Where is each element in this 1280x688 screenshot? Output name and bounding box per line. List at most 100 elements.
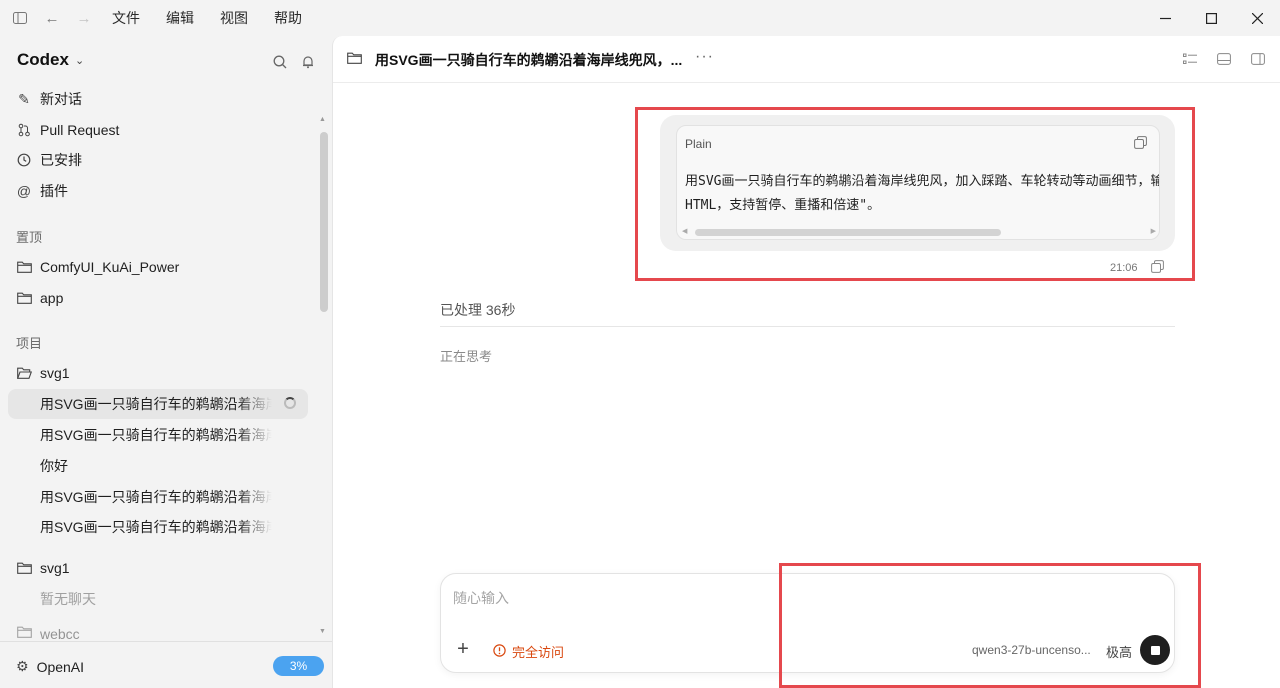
list-view-icon[interactable] xyxy=(1181,50,1199,68)
nav-scheduled-label: 已安排 xyxy=(40,152,82,168)
gear-icon: ⚙ xyxy=(16,658,29,674)
sidebar: Codex ⌄ ✎ 新对话 Pull Request 已安排 @ 插件 置顶 C… xyxy=(0,36,332,688)
nav-scheduled[interactable]: 已安排 xyxy=(16,148,82,172)
project-folder-label: webcc xyxy=(40,626,80,642)
folder-icon xyxy=(16,562,32,574)
minimize-icon[interactable] xyxy=(1142,0,1188,36)
terminal-panel-icon[interactable] xyxy=(1215,50,1233,68)
code-line: HTML，支持暂停、重播和倍速"。 xyxy=(685,198,881,213)
menu-edit[interactable]: 编辑 xyxy=(166,8,194,28)
sidebar-scrollbar-thumb[interactable] xyxy=(320,132,328,312)
thinking-status: 正在思考 xyxy=(440,349,493,364)
scroll-left-arrow-icon[interactable]: ◀ xyxy=(682,227,687,235)
maximize-icon[interactable] xyxy=(1188,0,1234,36)
workspace-switcher[interactable]: Codex ⌄ xyxy=(17,50,84,70)
chat-item-title: 你好 xyxy=(40,458,68,474)
scroll-up-arrow-icon[interactable]: ▲ xyxy=(319,116,326,123)
side-panel-icon[interactable] xyxy=(1249,50,1267,68)
menu-view[interactable]: 视图 xyxy=(220,8,248,28)
folder-icon xyxy=(16,626,32,638)
nav-plugins[interactable]: @ 插件 xyxy=(16,179,68,203)
title-bar: ← → 文件 编辑 视图 帮助 xyxy=(0,0,1280,36)
project-folder-label: svg1 xyxy=(40,560,70,576)
chat-item[interactable]: 用SVG画一只骑自行车的鹈鹕沿着海岸线兜风 xyxy=(8,482,308,512)
chat-item-title: 用SVG画一只骑自行车的鹈鹕沿着海岸线兜风 xyxy=(40,519,272,535)
code-horizontal-scrollbar[interactable]: ◀ ▶ xyxy=(677,225,1159,239)
chat-item[interactable]: 用SVG画一只骑自行车的鹈鹕沿着海岸线兜风 xyxy=(8,512,308,542)
copy-message-icon[interactable] xyxy=(1151,260,1164,276)
forward-arrow-icon[interactable]: → xyxy=(68,0,100,36)
access-mode-button[interactable]: 完全访问 xyxy=(493,642,564,661)
folder-icon xyxy=(347,51,362,67)
section-projects-title: 项目 xyxy=(16,336,43,351)
composer: + 完全访问 qwen3-27b-uncenso... 极高 xyxy=(440,573,1175,673)
nav-new-chat-label: 新对话 xyxy=(40,91,82,107)
menu-file[interactable]: 文件 xyxy=(112,8,140,28)
scroll-right-arrow-icon[interactable]: ▶ xyxy=(1151,227,1156,235)
main-panel: 用SVG画一只骑自行车的鹈鹕沿着海岸线兜风，... ··· Plain 用SVG… xyxy=(332,36,1280,688)
edit-icon: ✎ xyxy=(18,90,30,107)
pinned-folder-app[interactable]: app xyxy=(16,286,63,310)
folder-icon xyxy=(16,292,32,304)
chat-title: 用SVG画一只骑自行车的鹈鹕沿着海岸线兜风，... xyxy=(375,52,683,68)
git-pull-request-icon xyxy=(16,123,32,137)
menu-help[interactable]: 帮助 xyxy=(274,8,302,28)
at-icon: @ xyxy=(16,183,32,199)
stop-button[interactable] xyxy=(1140,635,1170,665)
warning-icon xyxy=(493,643,506,660)
add-attachment-button[interactable]: + xyxy=(453,639,473,659)
chevron-down-icon: ⌄ xyxy=(74,54,85,67)
chat-item-title: 用SVG画一只骑自行车的鹈鹕沿着海岸线兜风 xyxy=(40,427,272,443)
processed-status[interactable]: 已处理 36秒 xyxy=(440,300,515,320)
scroll-down-arrow-icon[interactable]: ▼ xyxy=(319,628,326,635)
sidebar-footer: ⚙ OpenAI 3% xyxy=(0,641,332,688)
reasoning-effort-selector[interactable]: 极高 xyxy=(1106,642,1132,661)
code-content: 用SVG画一只骑自行车的鹈鹕沿着海岸线兜风，加入踩踏、车轮转动等动画细节，输出为… xyxy=(685,170,1159,218)
account-label: OpenAI xyxy=(36,658,85,675)
code-block: Plain 用SVG画一只骑自行车的鹈鹕沿着海岸线兜风，加入踩踏、车轮转动等动画… xyxy=(676,125,1160,240)
empty-chats-text: 暂无聊天 xyxy=(40,591,96,607)
pinned-folder-label: ComfyUI_KuAi_Power xyxy=(40,259,180,275)
brand-name: Codex xyxy=(17,50,69,69)
folder-open-icon xyxy=(16,367,32,379)
message-timestamp: 21:06 xyxy=(1110,262,1138,274)
search-icon[interactable] xyxy=(270,52,290,72)
copy-icon[interactable] xyxy=(1134,136,1147,152)
nav-plugins-label: 插件 xyxy=(40,183,68,199)
back-arrow-icon[interactable]: ← xyxy=(36,0,68,36)
project-folder-label: svg1 xyxy=(40,365,70,381)
clock-icon xyxy=(16,153,32,167)
chat-item-active[interactable]: 用SVG画一只骑自行车的鹈鹕沿着海岸线兜风 xyxy=(8,389,308,419)
toggle-sidebar-icon[interactable] xyxy=(4,0,36,36)
chat-item[interactable]: 用SVG画一只骑自行车的鹈鹕沿着海岸线兜风 xyxy=(8,420,308,450)
menu-bar: 文件 编辑 视图 帮助 xyxy=(112,8,328,28)
nav-pull-request-label: Pull Request xyxy=(40,122,120,138)
usage-badge[interactable]: 3% xyxy=(273,656,324,676)
section-pinned-title: 置顶 xyxy=(16,230,43,245)
code-line: 用SVG画一只骑自行车的鹈鹕沿着海岸线兜风，加入踩踏、车轮转动等动画细节，输出为… xyxy=(685,174,1159,189)
chat-item-title: 用SVG画一只骑自行车的鹈鹕沿着海岸线兜风 xyxy=(40,489,272,505)
project-folder-webcc[interactable]: webcc xyxy=(16,626,80,642)
code-language-label: Plain xyxy=(685,137,712,151)
nav-new-chat[interactable]: ✎ 新对话 xyxy=(16,87,82,111)
message-input[interactable] xyxy=(453,590,1153,606)
chat-header: 用SVG画一只骑自行车的鹈鹕沿着海岸线兜风，... ··· xyxy=(333,36,1280,83)
access-mode-label: 完全访问 xyxy=(512,645,565,660)
chat-item-title: 用SVG画一只骑自行车的鹈鹕沿着海岸线兜风 xyxy=(40,396,272,412)
model-selector[interactable]: qwen3-27b-uncenso... xyxy=(972,643,1091,657)
account-button[interactable]: ⚙ OpenAI xyxy=(16,658,84,675)
more-options-icon[interactable]: ··· xyxy=(695,48,714,66)
code-scrollbar-thumb[interactable] xyxy=(695,229,1001,236)
bell-icon[interactable] xyxy=(298,52,318,72)
pinned-folder-comfyui[interactable]: ComfyUI_KuAi_Power xyxy=(16,255,179,279)
chat-item[interactable]: 你好 xyxy=(8,451,308,481)
project-folder-svg1[interactable]: svg1 xyxy=(16,361,70,385)
pinned-folder-label: app xyxy=(40,290,64,306)
empty-chats-label: 暂无聊天 xyxy=(8,584,308,614)
project-folder-svg1-second[interactable]: svg1 xyxy=(16,556,70,580)
window-controls xyxy=(1142,0,1280,36)
stop-icon xyxy=(1150,645,1160,655)
close-icon[interactable] xyxy=(1234,0,1280,36)
loading-spinner-icon xyxy=(284,397,296,409)
nav-pull-request[interactable]: Pull Request xyxy=(16,118,119,142)
